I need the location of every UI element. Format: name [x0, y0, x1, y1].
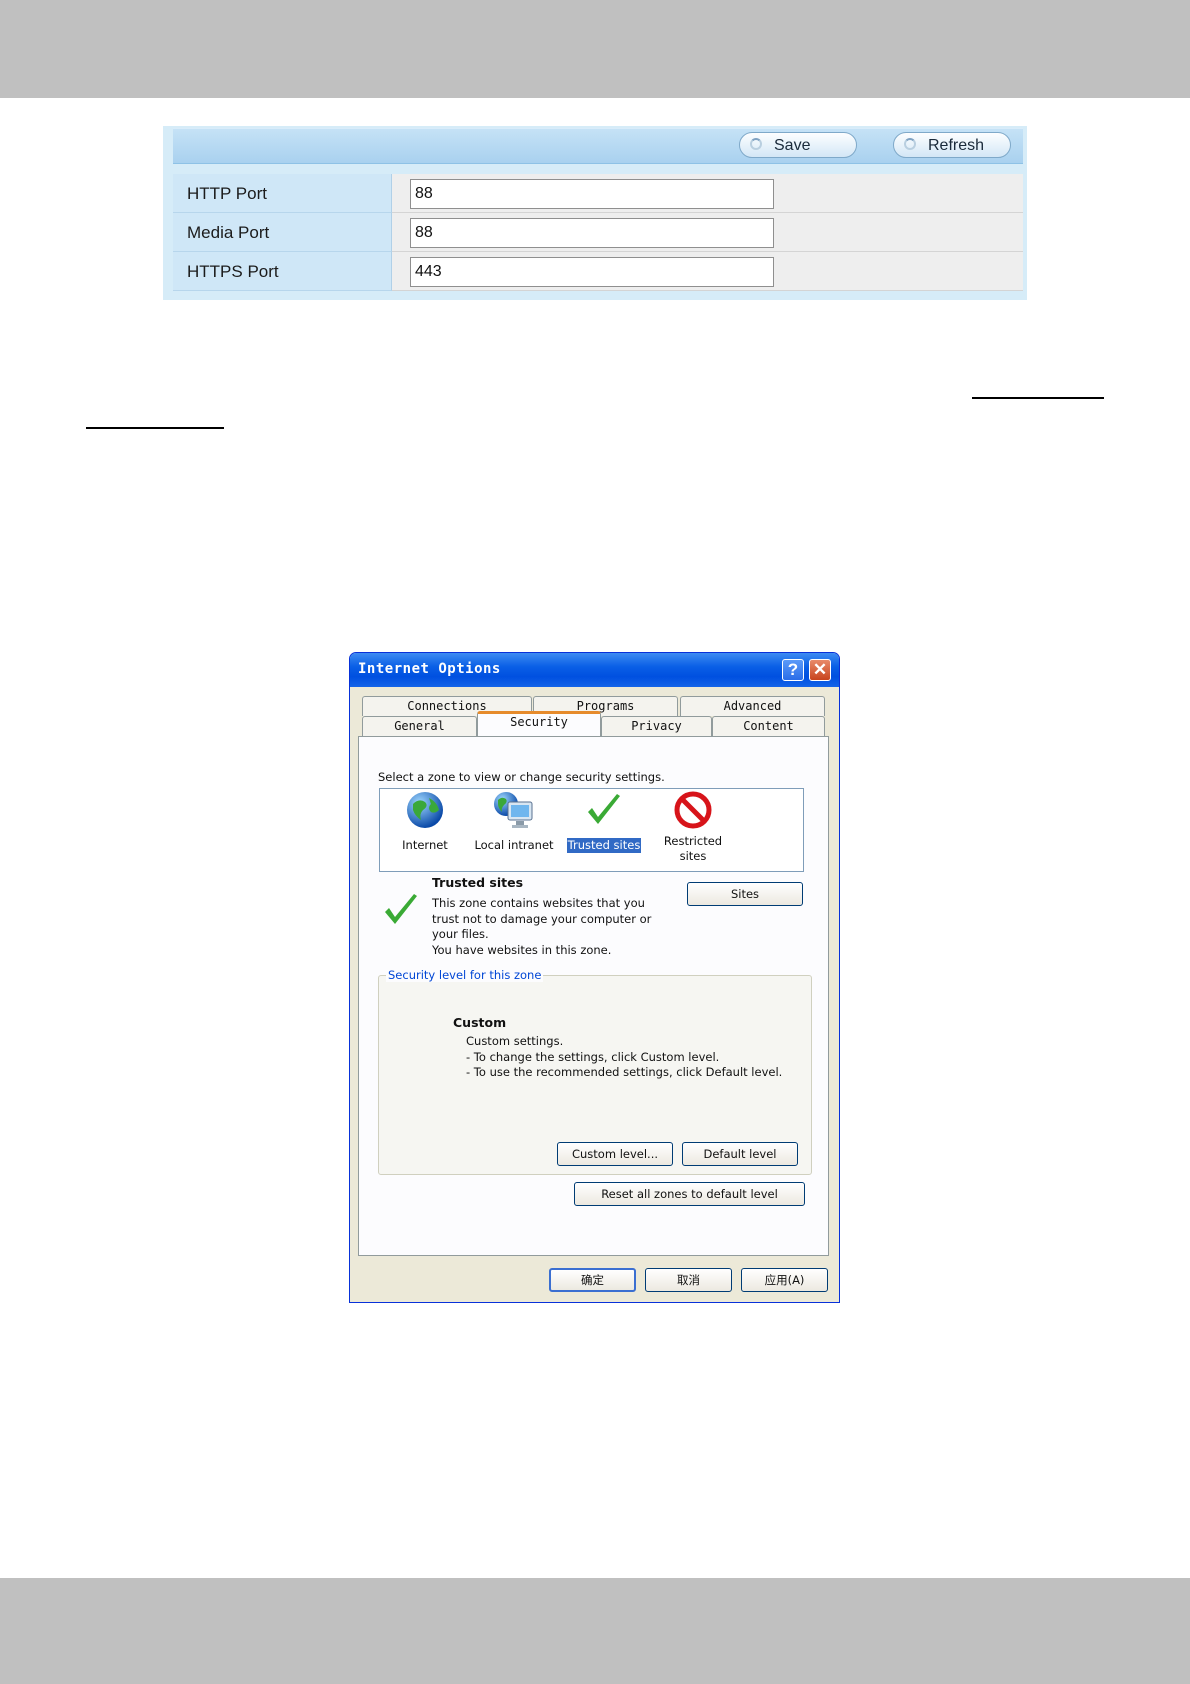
- dialog-titlebar[interactable]: Internet Options ? ✕: [350, 653, 839, 687]
- http-port-label: HTTP Port: [187, 184, 267, 203]
- media-port-label: Media Port: [187, 223, 270, 242]
- zone-local-intranet[interactable]: Local intranet: [472, 790, 556, 853]
- zone-internet[interactable]: Internet: [395, 790, 455, 853]
- underline-fragment: [972, 397, 1104, 399]
- tab-privacy[interactable]: Privacy: [601, 716, 712, 736]
- zone-label: Internet: [402, 838, 448, 852]
- security-level-group-title: Security level for this zone: [386, 968, 544, 982]
- ok-button[interactable]: 确定: [549, 1268, 636, 1292]
- intranet-icon: [494, 792, 533, 828]
- refresh-spinner-icon: [904, 138, 916, 150]
- checkmark-icon: [385, 894, 417, 924]
- top-gray-bar: [0, 0, 1190, 98]
- zone-description: This zone contains websites that you tru…: [432, 896, 652, 957]
- restricted-icon: [674, 791, 712, 829]
- http-port-input[interactable]: [410, 179, 774, 209]
- zone-heading: Trusted sites: [432, 875, 524, 890]
- media-port-row: Media Port: [173, 213, 1023, 252]
- zone-label: Restricted sites: [663, 834, 723, 863]
- https-port-input[interactable]: [410, 257, 774, 287]
- globe-icon: [407, 792, 443, 828]
- close-button[interactable]: ✕: [809, 659, 831, 681]
- tab-security[interactable]: Security: [477, 711, 601, 736]
- help-icon: ?: [787, 660, 799, 679]
- bottom-gray-bar: [0, 1578, 1190, 1684]
- checkmark-icon: [588, 794, 620, 824]
- http-port-row: HTTP Port: [173, 174, 1023, 213]
- save-button-label: Save: [774, 137, 811, 154]
- save-button[interactable]: Save: [739, 132, 857, 158]
- tab-advanced[interactable]: Advanced: [680, 696, 825, 716]
- refresh-spinner-icon: [750, 138, 762, 150]
- https-port-row: HTTPS Port: [173, 252, 1023, 291]
- apply-button[interactable]: 应用(A): [741, 1268, 828, 1292]
- zone-label: Local intranet: [474, 838, 554, 852]
- dialog-title: Internet Options: [358, 661, 501, 677]
- zone-trusted-sites[interactable]: Trusted sites: [563, 790, 645, 853]
- custom-level-button[interactable]: Custom level...: [557, 1142, 673, 1166]
- cancel-button[interactable]: 取消: [645, 1268, 732, 1292]
- reset-all-zones-button[interactable]: Reset all zones to default level: [574, 1182, 805, 1206]
- close-icon: ✕: [812, 660, 828, 679]
- refresh-button[interactable]: Refresh: [893, 132, 1011, 158]
- default-level-button[interactable]: Default level: [682, 1142, 798, 1166]
- zone-prompt: Select a zone to view or change security…: [378, 770, 665, 784]
- tab-general[interactable]: General: [362, 716, 477, 736]
- refresh-button-label: Refresh: [928, 137, 985, 154]
- underline-fragment: [86, 427, 224, 429]
- zone-restricted-sites[interactable]: Restricted sites: [655, 790, 731, 864]
- security-level-name: Custom: [453, 1015, 507, 1030]
- zone-label: Trusted sites: [566, 838, 642, 853]
- https-port-label: HTTPS Port: [187, 262, 279, 281]
- media-port-input[interactable]: [410, 218, 774, 248]
- help-button[interactable]: ?: [782, 659, 804, 681]
- security-level-description: Custom settings. - To change the setting…: [466, 1034, 783, 1079]
- tab-content[interactable]: Content: [712, 716, 825, 736]
- sites-button[interactable]: Sites: [687, 882, 803, 906]
